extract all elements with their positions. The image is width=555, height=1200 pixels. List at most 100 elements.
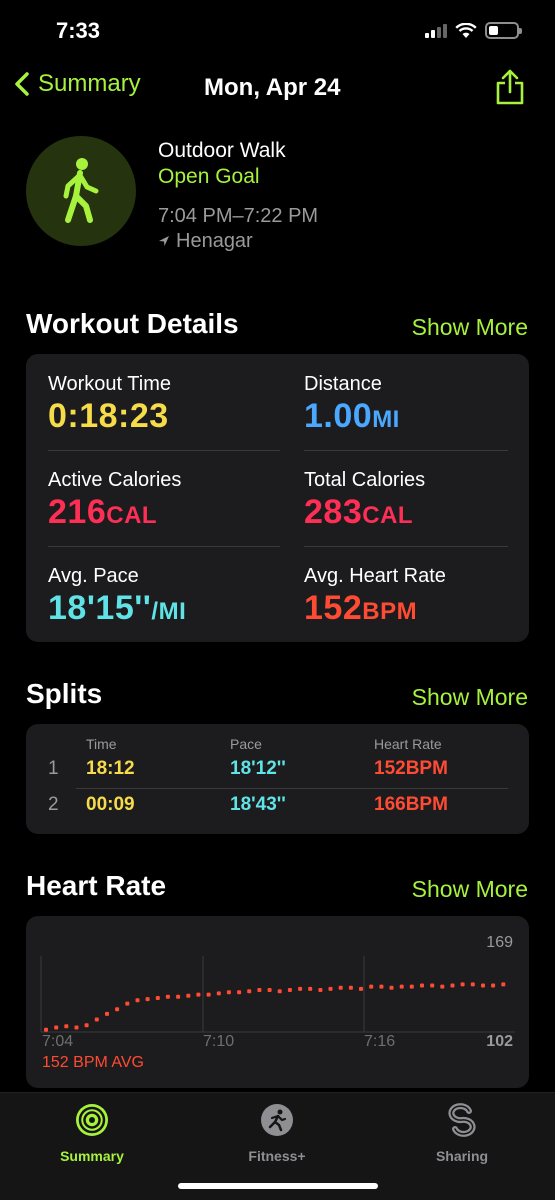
workout-details-show-more[interactable]: Show More bbox=[412, 314, 528, 341]
heart-rate-title: Heart Rate bbox=[26, 870, 167, 901]
heart-rate-point bbox=[237, 990, 242, 995]
heart-rate-point bbox=[74, 1025, 79, 1030]
metric-label: Avg. Heart Rate bbox=[304, 565, 446, 587]
heart-rate-point bbox=[145, 997, 150, 1002]
splits-header-heart-rate: Heart Rate bbox=[374, 736, 442, 752]
status-icons bbox=[425, 22, 522, 39]
heart-rate-point bbox=[186, 993, 191, 998]
chart-tick-label: 7:04 bbox=[42, 1033, 74, 1050]
splits-header-time: Time bbox=[86, 736, 117, 752]
workout-location: Henagar bbox=[158, 228, 318, 254]
walking-figure-icon bbox=[63, 158, 99, 223]
split-row[interactable]: 2 00:09 18'43'' 166BPM bbox=[26, 794, 529, 826]
heart-rate-point bbox=[409, 984, 414, 989]
heart-rate-point bbox=[84, 1023, 89, 1028]
back-label: Summary bbox=[38, 70, 141, 97]
nav-bar: Summary Mon, Apr 24 bbox=[0, 64, 555, 114]
heart-rate-point bbox=[115, 1007, 120, 1012]
heart-rate-point bbox=[328, 986, 333, 991]
heart-rate-point bbox=[491, 983, 496, 988]
metric-avg-pace: Avg. Pace 18'15''/MI bbox=[48, 564, 268, 632]
divider bbox=[76, 788, 508, 789]
heart-rate-point bbox=[501, 982, 506, 987]
heart-rate-point bbox=[277, 989, 282, 994]
metric-value: 152BPM bbox=[304, 589, 418, 627]
heart-rate-point bbox=[125, 1001, 130, 1006]
split-heart-rate: 152BPM bbox=[374, 758, 448, 779]
workout-goal: Open Goal bbox=[158, 165, 260, 188]
tab-label: Summary bbox=[60, 1148, 124, 1164]
heart-rate-min: 102 bbox=[486, 1033, 513, 1050]
heart-rate-point bbox=[399, 984, 404, 989]
divider bbox=[304, 450, 508, 451]
metric-workout-time: Workout Time 0:18:23 bbox=[48, 372, 268, 436]
workout-name: Outdoor Walk bbox=[158, 139, 286, 162]
split-number: 2 bbox=[48, 794, 59, 815]
heart-rate-point bbox=[54, 1025, 59, 1030]
tab-label: Fitness+ bbox=[248, 1148, 306, 1164]
metric-label: Avg. Pace bbox=[48, 565, 139, 587]
workout-header: Outdoor Walk Open Goal 7:04 PM–7:22 PM H… bbox=[26, 136, 536, 256]
home-indicator[interactable] bbox=[178, 1183, 378, 1189]
heart-rate-point bbox=[308, 986, 313, 991]
workout-info: Outdoor Walk Open Goal 7:04 PM–7:22 PM H… bbox=[158, 138, 318, 254]
page-title-text: Mon, Apr 24 bbox=[204, 74, 341, 101]
running-figure-icon bbox=[261, 1104, 293, 1136]
workout-icon-badge bbox=[26, 136, 136, 246]
sharing-icon bbox=[448, 1103, 476, 1137]
location-arrow-icon bbox=[159, 236, 169, 246]
heart-rate-card[interactable]: 169 7:04 7:10 7:16 102 152 BPM AVG bbox=[26, 916, 529, 1088]
metric-label: Active Calories bbox=[48, 469, 182, 491]
tab-sharing[interactable]: Sharing bbox=[392, 1103, 532, 1164]
splits-header-pace: Pace bbox=[230, 736, 262, 752]
metric-avg-heart-rate: Avg. Heart Rate 152BPM bbox=[304, 564, 524, 632]
tab-fitness-plus[interactable]: Fitness+ bbox=[207, 1103, 347, 1164]
status-bar: 7:33 bbox=[0, 0, 555, 62]
splits-title: Splits bbox=[26, 678, 103, 709]
split-pace: 18'12'' bbox=[230, 758, 286, 779]
cellular-signal-icon bbox=[425, 23, 447, 38]
heart-rate-point bbox=[348, 985, 353, 990]
heart-rate-point bbox=[247, 989, 252, 994]
tab-summary[interactable]: Summary bbox=[22, 1103, 162, 1164]
heart-rate-point bbox=[470, 982, 475, 987]
divider bbox=[48, 450, 280, 451]
activity-rings-icon bbox=[76, 1104, 108, 1136]
heart-rate-point bbox=[430, 983, 435, 988]
split-heart-rate: 166BPM bbox=[374, 794, 448, 815]
share-icon bbox=[496, 69, 524, 105]
heart-rate-point bbox=[440, 984, 445, 989]
heart-rate-point bbox=[298, 986, 303, 991]
workout-details-title: Workout Details bbox=[26, 308, 239, 339]
heart-rate-show-more[interactable]: Show More bbox=[412, 876, 528, 903]
metric-value: 0:18:23 bbox=[48, 397, 169, 435]
battery-icon bbox=[485, 22, 522, 39]
chart-tick-label: 7:16 bbox=[364, 1033, 396, 1050]
heart-rate-point bbox=[94, 1017, 99, 1022]
heart-rate-point bbox=[359, 986, 363, 991]
heart-rate-chart bbox=[40, 956, 515, 1033]
heart-rate-point bbox=[257, 988, 262, 992]
divider bbox=[48, 546, 280, 547]
heart-rate-point bbox=[318, 988, 323, 992]
heart-rate-avg: 152 BPM AVG bbox=[42, 1054, 144, 1071]
metric-distance: Distance 1.00MI bbox=[304, 372, 524, 440]
split-time: 18:12 bbox=[86, 758, 135, 779]
share-button[interactable] bbox=[495, 68, 525, 111]
metric-label: Distance bbox=[304, 373, 382, 395]
split-number: 1 bbox=[48, 758, 59, 779]
heart-rate-point bbox=[176, 994, 181, 999]
workout-time-range: 7:04 PM–7:22 PM bbox=[158, 205, 319, 227]
location-name: Henagar bbox=[176, 230, 253, 252]
heart-rate-point bbox=[64, 1024, 69, 1029]
split-row[interactable]: 1 18:12 18'12'' 152BPM bbox=[26, 758, 529, 790]
heart-rate-point bbox=[226, 990, 231, 995]
heart-rate-point bbox=[155, 996, 160, 1000]
splits-show-more[interactable]: Show More bbox=[412, 684, 528, 711]
heart-rate-point bbox=[450, 983, 455, 988]
heart-rate-point bbox=[369, 984, 374, 989]
chart-tick-label: 7:10 bbox=[203, 1033, 235, 1050]
metric-total-calories: Total Calories 283CAL bbox=[304, 468, 524, 536]
back-button[interactable]: Summary bbox=[14, 70, 141, 98]
heart-rate-point bbox=[420, 983, 424, 988]
